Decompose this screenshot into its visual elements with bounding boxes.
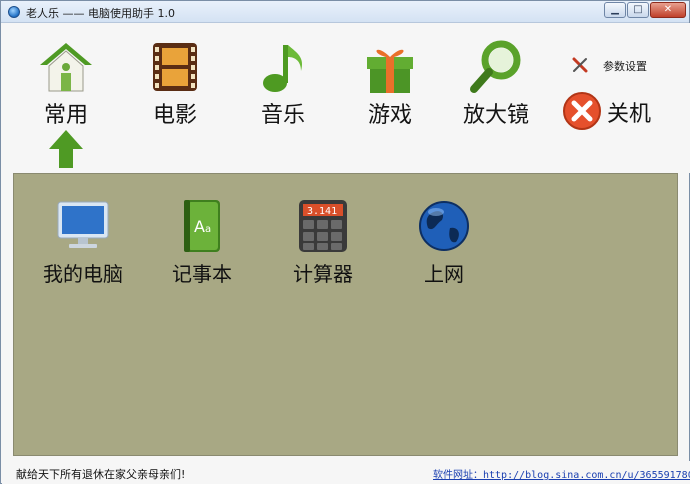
calculator-icon: 3.141 xyxy=(299,200,347,252)
notebook-icon: A a xyxy=(184,200,220,252)
app-window: 老人乐 —— 电脑使用助手 1.0 ▁ □ ✕ 常用 电影 音乐 游戏 放大镜 … xyxy=(0,0,690,484)
up-arrow-icon[interactable] xyxy=(48,129,84,169)
maximize-button[interactable]: □ xyxy=(627,2,649,18)
close-button[interactable]: ✕ xyxy=(650,2,686,18)
tool-magnifier[interactable]: 放大镜 xyxy=(448,39,544,129)
shutdown-button[interactable]: 关机 xyxy=(562,91,672,131)
app-icon xyxy=(8,6,20,18)
film-icon xyxy=(153,43,197,91)
minimize-button[interactable]: ▁ xyxy=(604,2,626,18)
svg-text:a: a xyxy=(205,224,211,235)
magnifier-icon xyxy=(470,40,521,93)
globe-icon xyxy=(419,201,469,251)
calculator-display: 3.141 xyxy=(307,206,337,217)
tool-label: 音乐 xyxy=(260,103,305,128)
website-link[interactable]: 软件网址：http://blog.sina.com.cn/u/365591780… xyxy=(433,466,690,481)
tool-music[interactable]: 音乐 xyxy=(235,39,331,129)
tools-icon xyxy=(572,57,588,73)
tool-label: 电影 xyxy=(152,103,197,128)
tool-label: 放大镜 xyxy=(462,103,529,128)
app-label: 记事本 xyxy=(172,262,232,286)
window-title: 老人乐 —— 电脑使用助手 1.0 xyxy=(26,7,175,20)
app-calculator[interactable]: 3.141 计算器 xyxy=(268,198,378,287)
title-bar[interactable]: 老人乐 —— 电脑使用助手 1.0 ▁ □ ✕ xyxy=(1,1,689,23)
music-note-icon xyxy=(263,45,303,92)
app-my-computer[interactable]: 我的电脑 xyxy=(28,198,138,287)
app-notepad[interactable]: A a 记事本 xyxy=(147,198,257,287)
status-message: 献给天下所有退休在家父亲母亲们! xyxy=(16,468,186,481)
home-icon xyxy=(40,43,92,92)
app-label: 上网 xyxy=(424,262,464,286)
tool-label: 常用 xyxy=(43,103,88,128)
main-toolbar: 常用 电影 音乐 游戏 放大镜 参数设置 关机 xyxy=(2,23,690,173)
app-internet[interactable]: 上网 xyxy=(389,198,499,287)
shutdown-label: 关机 xyxy=(607,102,652,127)
settings-label: 参数设置 xyxy=(603,60,647,73)
gift-box-icon xyxy=(367,49,413,93)
settings-link[interactable]: 参数设置 xyxy=(572,56,672,74)
app-label: 我的电脑 xyxy=(43,262,123,286)
monitor-icon xyxy=(57,201,109,248)
tool-games[interactable]: 游戏 xyxy=(342,39,438,129)
close-circle-icon xyxy=(563,92,601,130)
apps-panel: 我的电脑 A a 记事本 3.141 计算器 上网 xyxy=(13,173,678,456)
app-label: 计算器 xyxy=(293,262,353,286)
svg-text:A: A xyxy=(194,217,205,236)
tool-common[interactable]: 常用 xyxy=(18,39,114,129)
tool-label: 游戏 xyxy=(367,103,412,128)
tool-movies[interactable]: 电影 xyxy=(127,39,223,129)
status-bar: 献给天下所有退休在家父亲母亲们! 软件网址：http://blog.sina.c… xyxy=(2,461,690,484)
